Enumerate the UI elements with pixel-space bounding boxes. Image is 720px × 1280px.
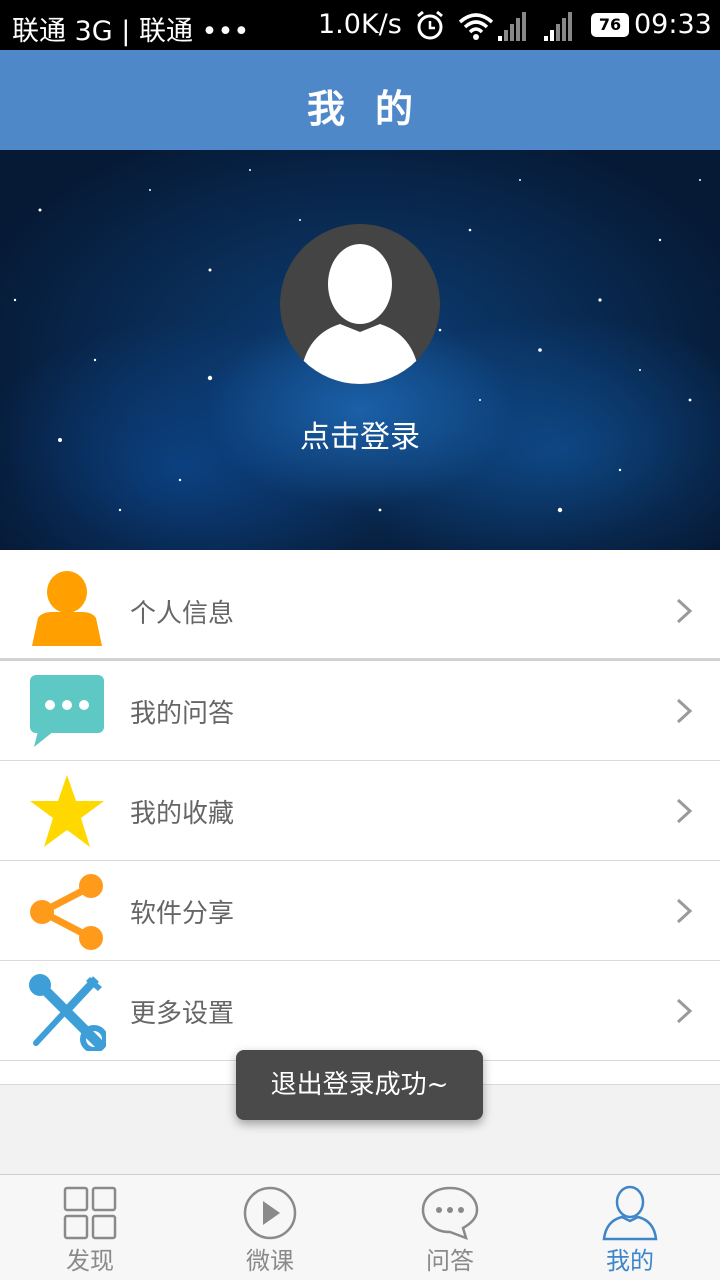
login-link[interactable]: 点击登录	[0, 412, 720, 456]
menu-item-label: 我的收藏	[130, 799, 235, 829]
star-icon	[30, 775, 104, 847]
menu-item-share-app[interactable]: 软件分享	[0, 861, 720, 961]
chevron-right-icon	[676, 598, 693, 624]
grid-icon	[63, 1186, 117, 1240]
profile-header: 点击登录	[0, 150, 720, 550]
tab-label: 问答	[426, 1247, 474, 1275]
network-speed: 1.0K/s	[318, 9, 402, 40]
battery-icon: 76	[591, 13, 629, 37]
menu-item-more-settings[interactable]: 更多设置	[0, 961, 720, 1061]
chat-icon	[421, 1186, 479, 1241]
user-icon	[602, 1185, 658, 1241]
chevron-right-icon	[676, 998, 693, 1024]
wifi-icon	[458, 13, 494, 40]
tab-micro-course[interactable]: 微课	[180, 1175, 360, 1280]
menu-item-label: 软件分享	[130, 899, 235, 929]
tab-mine[interactable]: 我的	[540, 1175, 720, 1280]
bottom-nav: 发现 微课 问答 我的	[0, 1174, 720, 1280]
chevron-right-icon	[676, 898, 693, 924]
tab-label: 微课	[246, 1247, 294, 1275]
tools-icon	[29, 974, 106, 1051]
status-bar: 联通 3G | 联通 ••• 1.0K/s 76 09:33	[0, 0, 720, 50]
person-icon	[32, 571, 102, 646]
tab-label: 我的	[606, 1247, 654, 1275]
page-title: 我的	[306, 87, 443, 131]
menu-item-profile-info[interactable]: 个人信息	[0, 550, 720, 661]
share-icon	[30, 874, 103, 950]
chevron-right-icon	[676, 698, 693, 724]
signal-icon-2	[544, 12, 572, 41]
alarm-icon	[417, 10, 443, 40]
menu-list: 个人信息 我的问答 我的收藏 软件分享 更多设置	[0, 550, 720, 1085]
tab-label: 发现	[66, 1247, 114, 1275]
title-bar: 我的	[0, 50, 720, 150]
signal-icon-1	[498, 12, 526, 41]
tab-discover[interactable]: 发现	[0, 1175, 180, 1280]
menu-item-label: 更多设置	[130, 999, 235, 1029]
menu-item-label: 个人信息	[130, 599, 235, 629]
menu-item-my-qa[interactable]: 我的问答	[0, 661, 720, 761]
avatar[interactable]	[280, 224, 440, 384]
chat-bubble-icon	[30, 675, 104, 747]
menu-item-favorites[interactable]: 我的收藏	[0, 761, 720, 861]
clock: 09:33	[634, 9, 712, 40]
toast-message: 退出登录成功~	[236, 1050, 483, 1120]
default-avatar-icon	[300, 244, 420, 384]
play-icon	[243, 1186, 297, 1240]
carrier-label: 联通 3G | 联通 •••	[12, 16, 250, 47]
menu-item-label: 我的问答	[130, 699, 235, 729]
status-icons	[417, 10, 572, 41]
tab-qa[interactable]: 问答	[360, 1175, 540, 1280]
chevron-right-icon	[676, 798, 693, 824]
